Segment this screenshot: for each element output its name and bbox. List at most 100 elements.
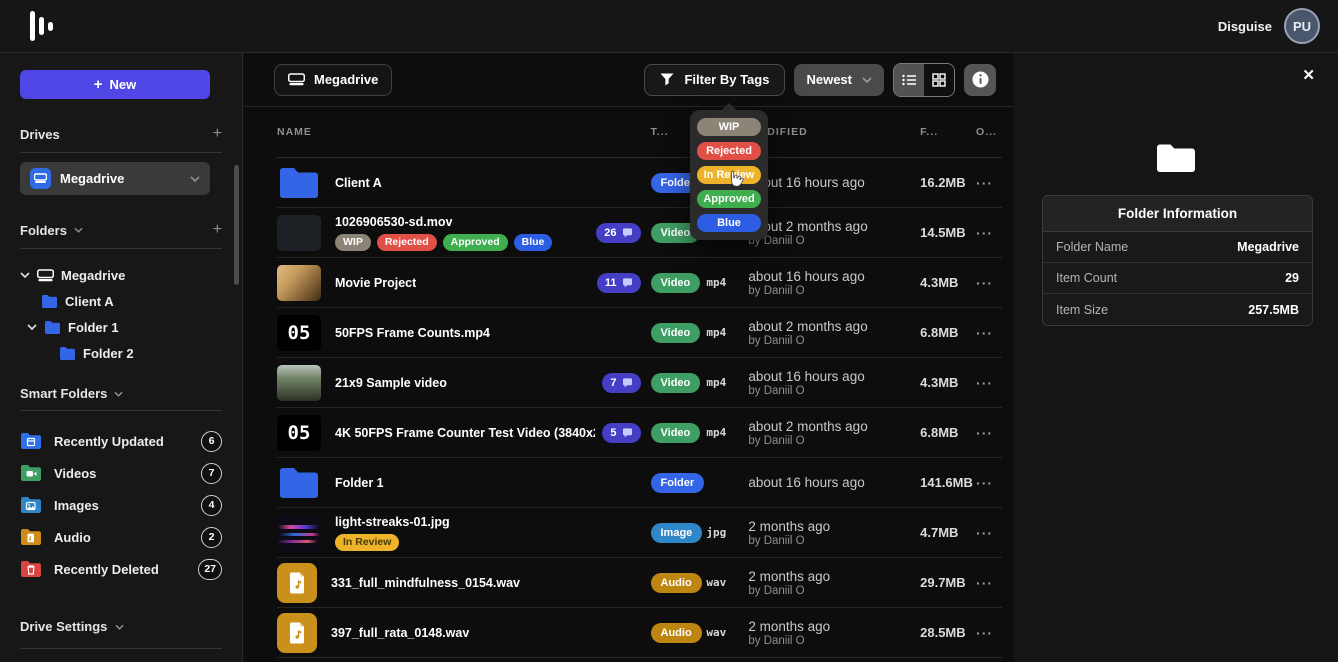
audio-file-icon — [277, 613, 317, 653]
table-row[interactable]: Folder 1 Folder about 16 hours ago 141.6… — [277, 458, 1002, 508]
row-options-button[interactable]: ··· — [976, 225, 1002, 241]
add-drive-button[interactable]: + — [213, 125, 222, 143]
video-thumbnail — [277, 365, 321, 401]
file-size: 29.7MB — [920, 575, 976, 590]
disguise-logo-icon — [30, 9, 53, 43]
filter-tag-approved[interactable]: Approved — [697, 190, 761, 208]
sidebar-item-recently-deleted[interactable]: Recently Deleted 27 — [20, 553, 222, 585]
tree-item-megadrive[interactable]: Megadrive — [20, 262, 222, 288]
type-badge: Video — [651, 423, 701, 443]
filter-tags-dropdown: WIP Rejected In Review Approved Blue — [690, 110, 768, 240]
audio-folder-icon — [20, 528, 42, 546]
filter-tag-blue[interactable]: Blue — [697, 214, 761, 232]
table-row[interactable]: Client A Folder about 16 hours ago 16.2M… — [277, 158, 1002, 208]
filter-tag-in-review[interactable]: In Review — [697, 166, 761, 184]
info-icon — [972, 71, 989, 88]
table-row[interactable]: Movie Project 11 Video mp4 about 16 hour… — [277, 258, 1002, 308]
folders-section-header: Folders + — [20, 221, 222, 239]
selected-drive-item[interactable]: Megadrive — [20, 162, 210, 195]
filter-tag-rejected[interactable]: Rejected — [697, 142, 761, 160]
type-badge: Audio — [651, 573, 702, 593]
audio-file-icon — [277, 563, 317, 603]
item-name: light-streaks-01.jpg — [335, 515, 450, 529]
grid-view-button[interactable] — [924, 64, 954, 96]
row-options-button[interactable]: ··· — [976, 575, 1002, 591]
tree-item-folder-1[interactable]: Folder 1 — [20, 314, 222, 340]
modified-by: by Daniil O — [748, 535, 920, 547]
table-header: NAME T... MODIFIED F... O... — [277, 107, 1002, 158]
type-badge: Image — [651, 523, 703, 543]
tree-item-folder-2[interactable]: Folder 2 — [20, 340, 222, 366]
add-folder-button[interactable]: + — [213, 221, 222, 239]
table-row[interactable]: 05 4K 50FPS Frame Counter Test Video (38… — [277, 408, 1002, 458]
folder-tree: Megadrive Client A Folder 1 Folder 2 — [20, 262, 222, 366]
sidebar-item-audio[interactable]: Audio 2 — [20, 521, 222, 553]
sidebar-item-recently-updated[interactable]: Recently Updated 6 — [20, 425, 222, 457]
tag-approved: Approved — [443, 234, 508, 251]
drive-settings-toggle[interactable]: Drive Settings — [20, 619, 222, 634]
item-name: Movie Project — [335, 276, 416, 290]
speech-bubble-icon — [622, 278, 633, 288]
modified-time: about 16 hours ago — [748, 369, 920, 384]
row-options-button[interactable]: ··· — [976, 175, 1002, 191]
row-options-button[interactable]: ··· — [976, 525, 1002, 541]
tree-item-client-a[interactable]: Client A — [20, 288, 222, 314]
modified-by: by Daniil O — [748, 585, 920, 597]
file-size: 28.5MB — [920, 625, 976, 640]
col-modified: MODIFIED — [748, 126, 920, 138]
frame-counter-thumbnail: 05 — [277, 315, 321, 351]
table-row[interactable]: 331_full_mindfulness_0154.wav Audio wav … — [277, 558, 1002, 608]
table-row[interactable]: 21x9 Sample video 7 Video mp4 about 16 h… — [277, 358, 1002, 408]
row-options-button[interactable]: ··· — [976, 625, 1002, 641]
blue-folder-icon — [277, 465, 321, 501]
chevron-down-icon[interactable] — [74, 227, 83, 233]
list-view-button[interactable] — [894, 64, 924, 96]
filter-by-tags-button[interactable]: Filter By Tags — [644, 64, 785, 96]
tag-wip: WIP — [335, 234, 371, 251]
sidebar-item-videos[interactable]: Videos 7 — [20, 457, 222, 489]
info-panel-button[interactable] — [964, 64, 996, 96]
close-icon[interactable]: ✕ — [1302, 66, 1315, 84]
folder-icon — [44, 320, 61, 334]
modified-by: by Daniil O — [748, 635, 920, 647]
comments-badge[interactable]: 7 — [602, 373, 640, 393]
table-row[interactable]: light-streaks-01.jpg In Review Image jpg… — [277, 508, 1002, 558]
speech-bubble-icon — [622, 378, 633, 388]
row-options-button[interactable]: ··· — [976, 275, 1002, 291]
file-size: 4.7MB — [920, 525, 976, 540]
row-options-button[interactable]: ··· — [976, 375, 1002, 391]
item-name: Folder 1 — [335, 476, 384, 490]
chevron-down-icon[interactable] — [114, 391, 123, 397]
new-button[interactable]: + New — [20, 70, 210, 99]
breadcrumb[interactable]: Megadrive — [274, 64, 392, 96]
videos-folder-icon — [20, 464, 42, 482]
row-options-button[interactable]: ··· — [976, 325, 1002, 341]
table-row[interactable]: 05 50FPS Frame Counts.mp4 Video mp4 abou… — [277, 308, 1002, 358]
modified-time: 2 months ago — [748, 619, 920, 634]
filter-tag-wip[interactable]: WIP — [697, 118, 761, 136]
col-name: NAME — [277, 126, 595, 138]
sidebar-item-images[interactable]: Images 4 — [20, 489, 222, 521]
modified-by: by Daniil O — [748, 285, 920, 297]
row-options-button[interactable]: ··· — [976, 475, 1002, 491]
blue-folder-icon — [277, 165, 321, 201]
row-options-button[interactable]: ··· — [976, 425, 1002, 441]
comments-badge[interactable]: 26 — [596, 223, 640, 243]
speech-bubble-icon — [622, 428, 633, 438]
comments-badge[interactable]: 5 — [602, 423, 640, 443]
sort-dropdown[interactable]: Newest — [794, 64, 884, 96]
type-badge: Video — [651, 323, 701, 343]
folder-icon — [41, 294, 58, 308]
file-size: 14.5MB — [920, 225, 976, 240]
comments-badge[interactable]: 11 — [597, 273, 641, 293]
user-avatar[interactable]: PU — [1284, 8, 1320, 44]
sidebar-scrollbar[interactable] — [234, 165, 239, 285]
table-row[interactable]: 1026906530-sd.mov WIP Rejected Approved … — [277, 208, 1002, 258]
list-icon — [902, 74, 917, 86]
table-row[interactable]: 397_full_rata_0148.wav Audio wav 2 month… — [277, 608, 1002, 658]
file-size: 16.2MB — [920, 175, 976, 190]
type-badge: Video — [651, 373, 701, 393]
drives-section-header: Drives + — [20, 125, 222, 143]
count-badge: 6 — [201, 431, 222, 452]
chevron-down-icon — [20, 272, 30, 278]
